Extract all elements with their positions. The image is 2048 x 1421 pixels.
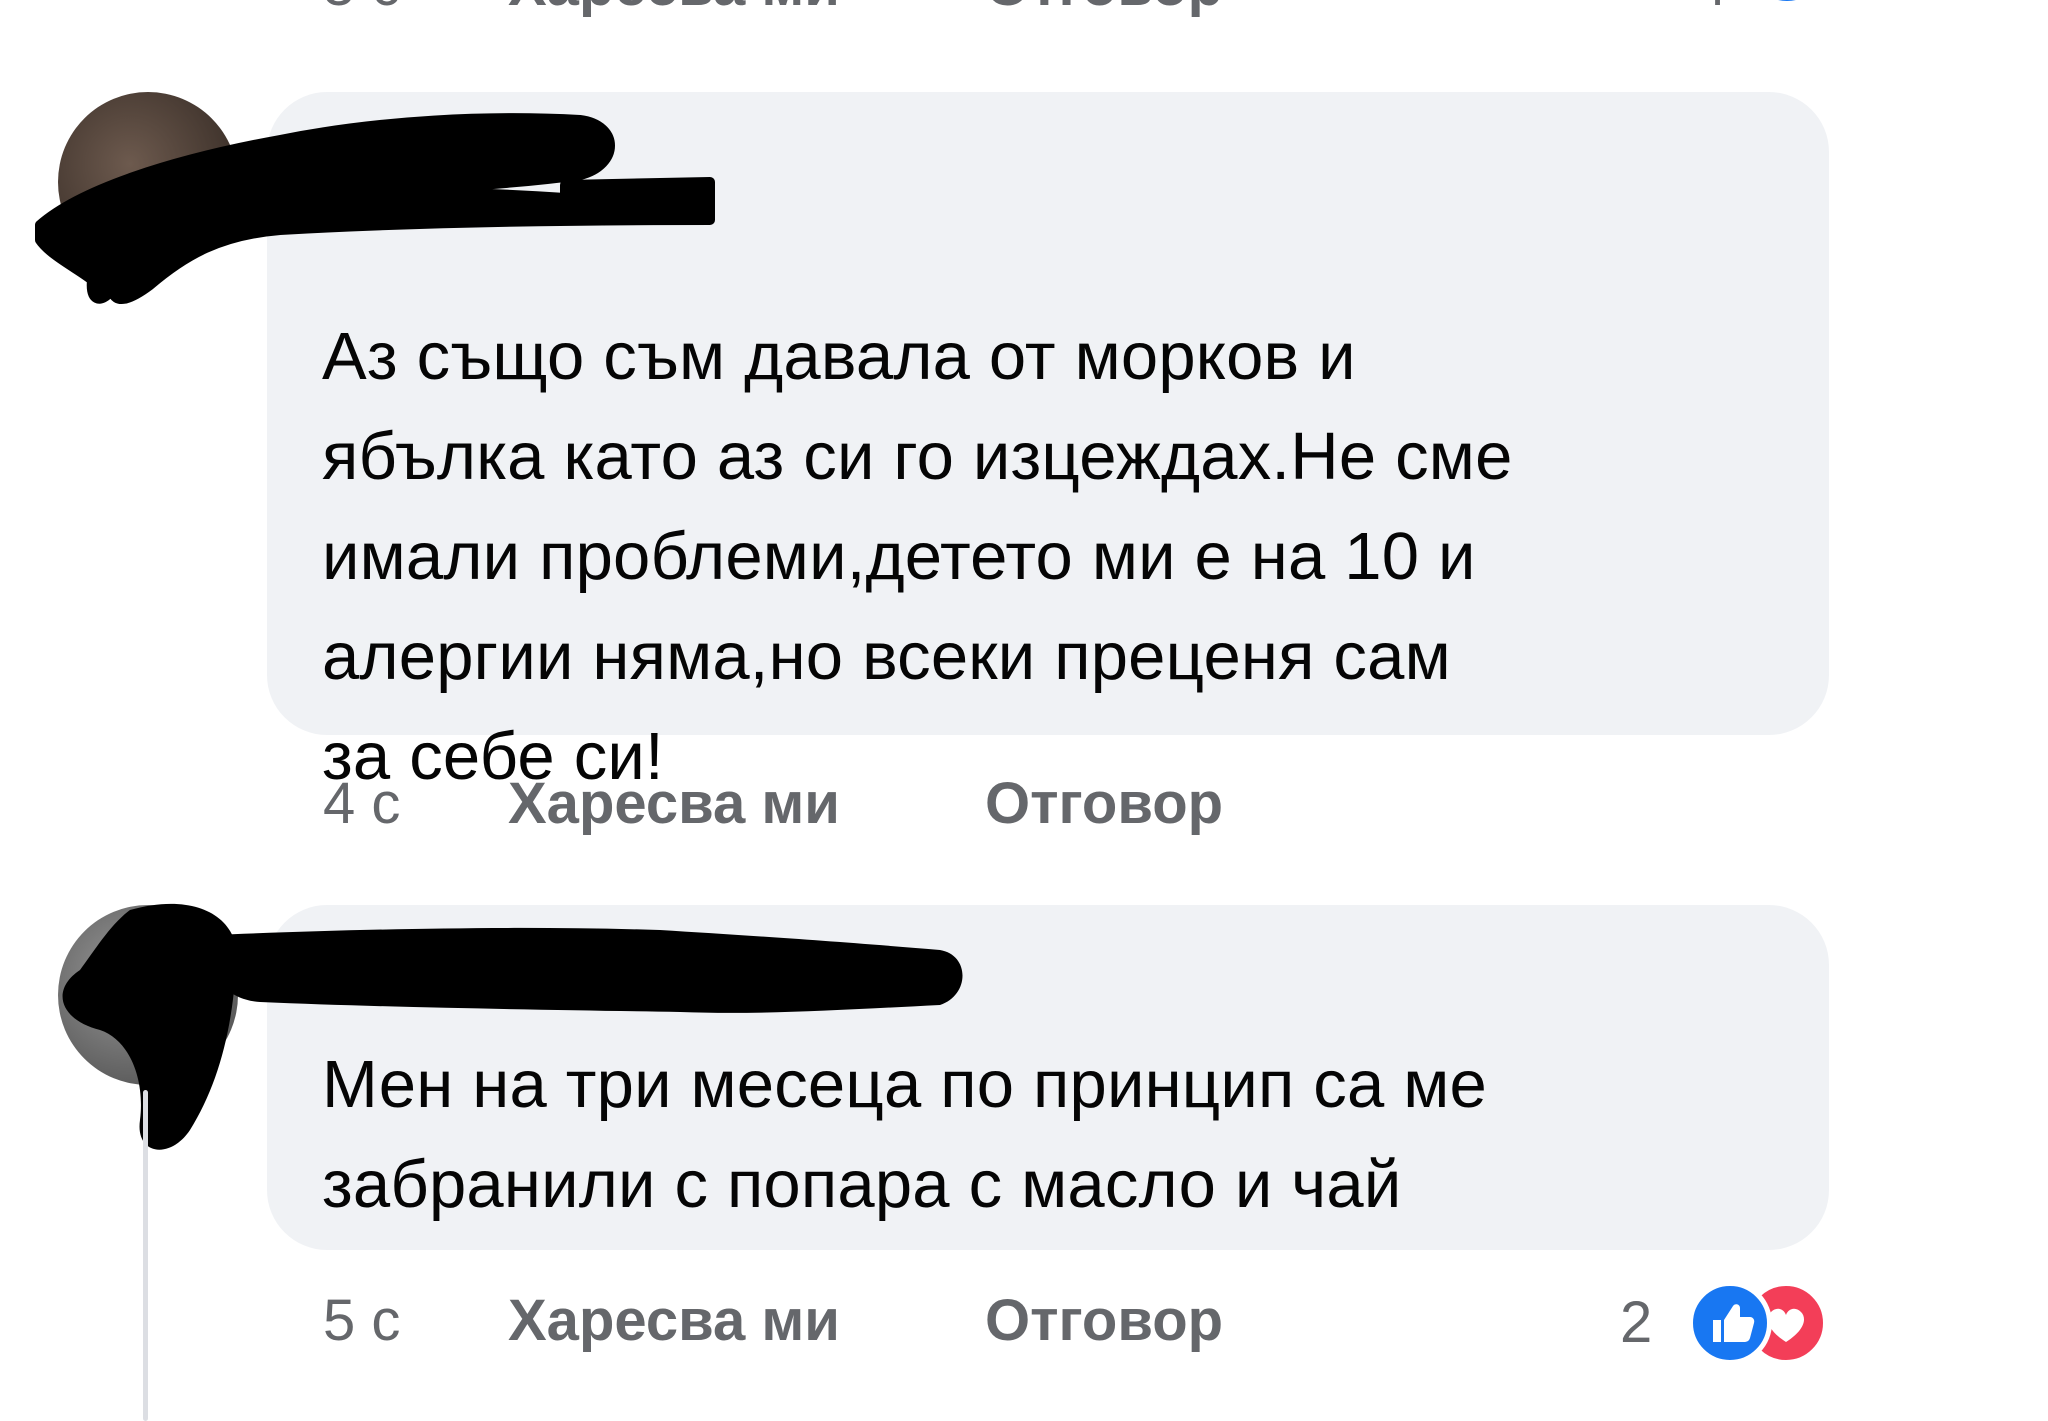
like-button[interactable]: Харесва ми [508, 770, 840, 837]
reply-button[interactable]: Отговор [985, 0, 1223, 19]
comment-time: 5 с [323, 1288, 401, 1353]
comment-time: 5 с [323, 0, 400, 19]
comment-time: 4 с [323, 771, 401, 836]
reaction-count: 4 [1695, 0, 1727, 19]
avatar[interactable] [58, 92, 238, 272]
comment-text: Аз също съм давала от морков и ябълка ка… [322, 319, 1513, 794]
like-button[interactable]: Харесва ми [508, 1287, 840, 1354]
reply-button[interactable]: Отговор [985, 770, 1223, 837]
comment-text: Мен на три месеца по принцип са ме забра… [322, 1047, 1487, 1222]
thumbs-up-glyph [1713, 1304, 1755, 1342]
reaction-count: 2 [1620, 1290, 1653, 1355]
avatar[interactable] [58, 905, 238, 1085]
previous-comment-actions: 5 с Харесва ми Отговор 4 [0, 0, 2048, 22]
comment-bubble: Аз също съм давала от морков и ябълка ка… [267, 92, 1829, 794]
like-reaction-icon[interactable] [1745, 0, 1829, 6]
like-button[interactable]: Харесва ми [508, 0, 840, 19]
reply-button[interactable]: Отговор [985, 1287, 1223, 1354]
like-icon [1688, 1281, 1772, 1365]
comment-bubble: Мен на три месеца по принцип са ме забра… [267, 905, 1829, 1250]
reply-thread-line [143, 1090, 148, 1421]
